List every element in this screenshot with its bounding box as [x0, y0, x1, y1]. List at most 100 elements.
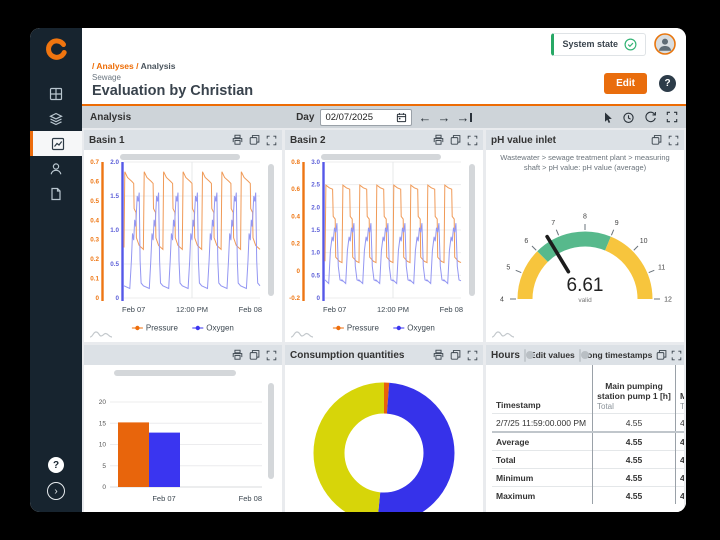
fullscreen-icon[interactable]: [266, 135, 277, 146]
svg-text:-0.2: -0.2: [289, 295, 300, 302]
document-icon: [49, 187, 63, 201]
svg-text:1.0: 1.0: [110, 227, 119, 234]
print-icon[interactable]: [232, 134, 243, 146]
breadcrumb-current: Analysis: [141, 61, 176, 71]
person-icon: [49, 162, 63, 176]
sidebar-item-layers[interactable]: [30, 106, 82, 131]
sidebar-item-documents[interactable]: [30, 181, 82, 206]
basin2-vscrollbar[interactable]: [469, 164, 475, 296]
fullscreen-icon[interactable]: [467, 135, 478, 146]
avatar-icon: [654, 33, 676, 55]
svg-text:3.0: 3.0: [311, 159, 320, 166]
toolbar-fullscreen-button[interactable]: [666, 111, 678, 123]
svg-text:12: 12: [664, 297, 672, 304]
edit-button[interactable]: Edit: [604, 73, 647, 94]
svg-text:4: 4: [500, 297, 504, 304]
svg-text:0: 0: [115, 295, 119, 302]
copy-icon[interactable]: [450, 349, 461, 361]
hours-table[interactable]: TimestampMain pumping station pump 1 [h]…: [492, 365, 684, 504]
svg-text:9: 9: [615, 220, 619, 227]
avatar[interactable]: [654, 33, 676, 55]
pointer-mode-button[interactable]: [601, 111, 613, 124]
edit-values-toggle[interactable]: [524, 349, 526, 362]
svg-text:2.5: 2.5: [311, 182, 320, 189]
print-icon[interactable]: [433, 349, 444, 361]
svg-text:Pressure: Pressure: [146, 324, 179, 333]
panel-hours-title: Hours: [491, 350, 520, 361]
print-icon[interactable]: [232, 349, 243, 361]
copy-icon[interactable]: [249, 349, 260, 361]
svg-text:0.4: 0.4: [291, 213, 300, 220]
sidebar-nav: [30, 81, 82, 206]
sidebar-bottom: ? ›: [47, 457, 65, 500]
date-input[interactable]: 02/07/2025: [320, 109, 412, 126]
svg-text:0: 0: [296, 268, 300, 275]
help-button[interactable]: ?: [659, 75, 676, 92]
brand-logo-icon[interactable]: [41, 35, 71, 65]
hours-col-partial[interactable]: Ma staTot: [676, 365, 685, 414]
sidebar-item-analysis[interactable]: [30, 131, 82, 156]
hours-data-row[interactable]: 2/7/25 11:59:00.000 PM4.554: [492, 414, 684, 433]
sparkline-preview-icon[interactable]: [290, 327, 314, 339]
jump-to-latest-button[interactable]: →: [456, 111, 472, 124]
copy-icon[interactable]: [450, 134, 461, 146]
svg-text:0: 0: [316, 295, 320, 302]
svg-text:Pressure: Pressure: [347, 324, 380, 333]
date-value: 02/07/2025: [325, 112, 392, 123]
svg-text:20: 20: [99, 399, 107, 406]
svg-text:6.61: 6.61: [567, 275, 604, 296]
basin1-hscrollbar[interactable]: [120, 154, 240, 160]
sparkline-preview-icon[interactable]: [89, 327, 113, 339]
fullscreen-icon[interactable]: [671, 350, 682, 361]
refresh-button[interactable]: [644, 111, 657, 124]
edit-values-label: Edit values: [530, 350, 575, 360]
sidebar-help-button[interactable]: ?: [48, 457, 64, 473]
svg-text:12:00 PM: 12:00 PM: [176, 305, 208, 314]
history-button[interactable]: [622, 111, 635, 124]
bars-hscrollbar[interactable]: [114, 370, 236, 376]
basin2-chart-body: -0.200.20.40.60.800.51.01.52.02.53.0Feb …: [285, 150, 483, 342]
svg-text:6: 6: [524, 238, 528, 245]
ph-gauge[interactable]: 4567891011126.61valid: [486, 173, 684, 323]
fullscreen-icon[interactable]: [266, 350, 277, 361]
consumption-donut-chart[interactable]: [285, 365, 483, 512]
svg-text:2.0: 2.0: [311, 204, 320, 211]
calendar-icon[interactable]: [396, 112, 407, 123]
svg-text:8: 8: [583, 214, 587, 221]
sidebar-item-user[interactable]: [30, 156, 82, 181]
basin2-chart[interactable]: -0.200.20.40.60.800.51.01.52.02.53.0Feb …: [285, 150, 483, 342]
bars-vscrollbar[interactable]: [268, 383, 274, 479]
grid-icon: [49, 87, 63, 101]
hours-summary-row: Average4.554: [492, 432, 684, 451]
copy-icon[interactable]: [656, 349, 667, 361]
panel-consumption-title: Consumption quantities: [290, 350, 427, 361]
print-icon[interactable]: [433, 134, 444, 146]
svg-text:15: 15: [99, 420, 107, 427]
svg-text:Oxygen: Oxygen: [206, 324, 234, 333]
bars-chart[interactable]: 05101520Feb 07Feb 08: [84, 365, 282, 512]
long-timestamps-toggle[interactable]: [579, 349, 581, 362]
panel-basin2: Basin 2 -0.200.20.40.60.800.51.01.52.02.…: [285, 130, 483, 342]
breadcrumb-analyses-link[interactable]: Analyses: [96, 61, 133, 71]
system-state-label: System state: [562, 39, 618, 49]
copy-icon[interactable]: [651, 134, 662, 146]
hours-col-timestamp[interactable]: Timestamp: [492, 365, 593, 414]
sidebar-collapse-button[interactable]: ›: [47, 482, 65, 500]
next-day-button[interactable]: →: [437, 111, 450, 124]
panel-ph: pH value inlet Wastewater > sewage treat…: [486, 130, 684, 342]
hours-col-pump1[interactable]: Main pumping station pump 1 [h]Total: [593, 365, 676, 414]
panel-bars: 05101520Feb 07Feb 08: [84, 345, 282, 512]
copy-icon[interactable]: [249, 134, 260, 146]
svg-text:Feb 07: Feb 07: [122, 305, 145, 314]
basin2-hscrollbar[interactable]: [321, 154, 441, 160]
system-state-badge[interactable]: System state: [551, 33, 646, 56]
prev-day-button[interactable]: ←: [418, 111, 431, 124]
fullscreen-icon[interactable]: [467, 350, 478, 361]
svg-text:1.5: 1.5: [110, 193, 119, 200]
basin1-chart[interactable]: 00.10.20.30.40.50.60.700.51.01.52.0Feb 0…: [84, 150, 282, 342]
sparkline-preview-icon[interactable]: [491, 327, 515, 339]
check-circle-icon: [624, 38, 637, 51]
fullscreen-icon[interactable]: [668, 135, 679, 146]
sidebar-item-grid[interactable]: [30, 81, 82, 106]
basin1-vscrollbar[interactable]: [268, 164, 274, 296]
